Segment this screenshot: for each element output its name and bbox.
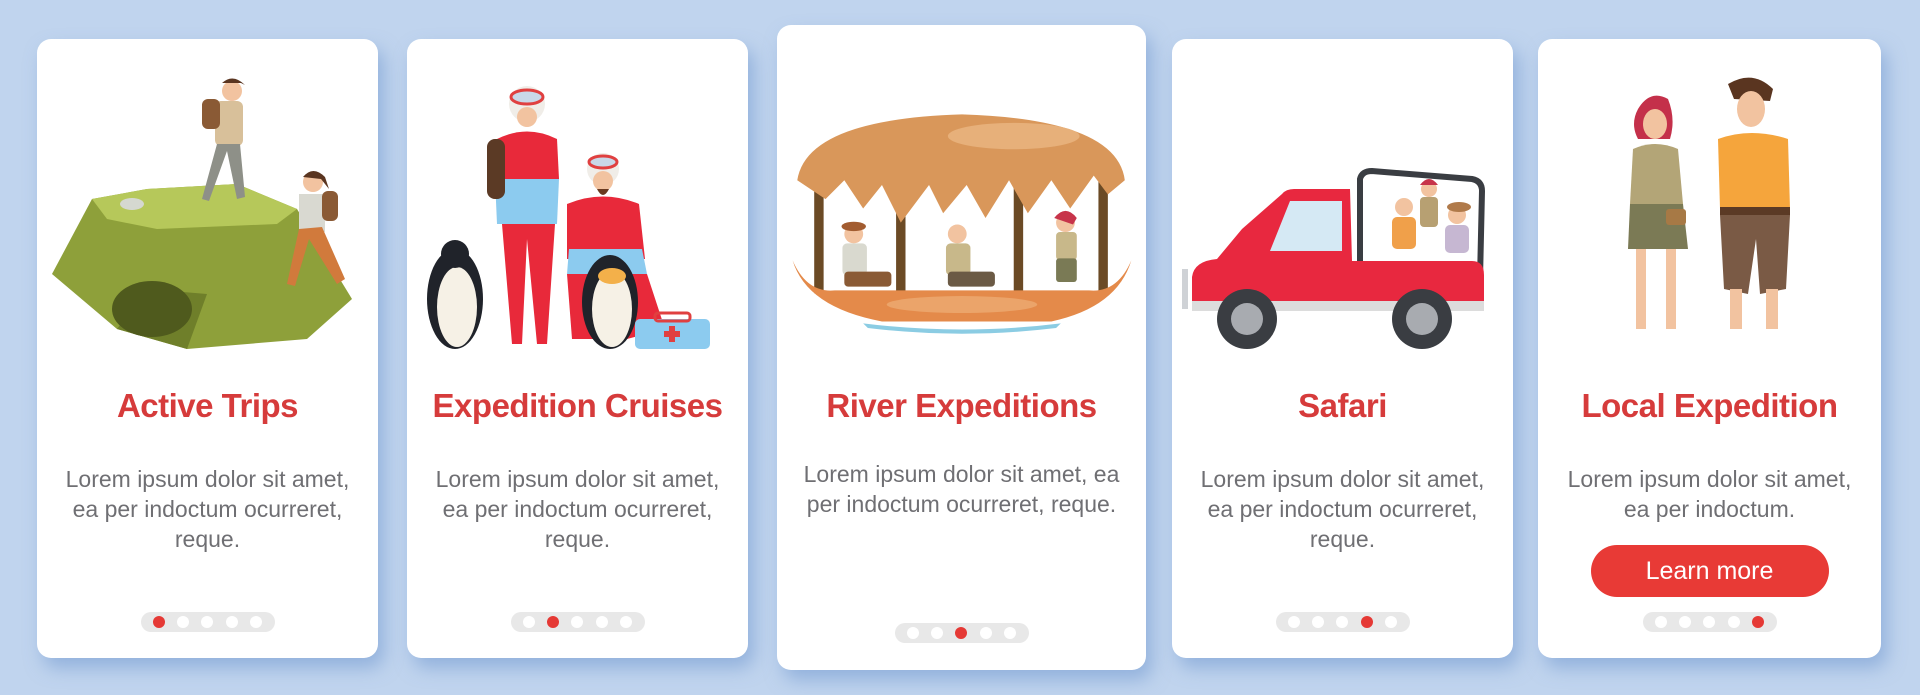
page-dot-3[interactable] [571,616,584,628]
safari-jeep-illustration [1172,39,1513,359]
card-title: Expedition Cruises [432,387,723,424]
hikers-on-cliff-illustration [37,39,378,359]
page-dot-2[interactable] [547,616,560,628]
onboarding-card-expedition-cruises: Expedition Cruises Lorem ipsum dolor sit… [407,39,748,658]
page-dot-1[interactable] [152,616,165,628]
thatched-boat-tourists-illustration [777,25,1146,345]
page-dot-5[interactable] [620,616,633,628]
pagination-dots [894,623,1029,643]
card-description: Lorem ipsum dolor sit amet, ea per indoc… [1200,466,1485,552]
page-dot-4[interactable] [1360,616,1373,628]
card-description: Lorem ipsum dolor sit amet, ea per indoc… [1567,466,1852,522]
page-dot-3[interactable] [201,616,214,628]
onboarding-card-river-expeditions: River Expeditions Lorem ipsum dolor sit … [777,25,1146,670]
page-dot-1[interactable] [906,627,919,639]
card-title: Local Expedition [1581,387,1838,424]
onboarding-card-local-expedition: Local Expedition Lorem ipsum dolor sit a… [1538,39,1881,658]
pagination-dots [1275,612,1410,632]
page-dot-1[interactable] [522,616,535,628]
card-description: Lorem ipsum dolor sit amet, ea per indoc… [65,466,350,552]
page-dot-2[interactable] [177,616,190,628]
card-title: Safari [1298,387,1387,424]
card-title: Active Trips [116,387,299,424]
page-dot-3[interactable] [1336,616,1349,628]
page-dot-3[interactable] [955,627,968,639]
card-title: River Expeditions [826,387,1097,424]
page-dot-5[interactable] [1752,616,1765,628]
couple-tourists-illustration [1538,39,1881,359]
page-dot-4[interactable] [595,616,608,628]
page-dot-2[interactable] [931,627,944,639]
onboarding-card-active-trips: Active Trips Lorem ipsum dolor sit amet,… [37,39,378,658]
page-dot-4[interactable] [1727,616,1740,628]
pagination-dots [140,612,275,632]
page-dot-1[interactable] [1287,616,1300,628]
page-dot-2[interactable] [1312,616,1325,628]
page-dot-2[interactable] [1679,616,1692,628]
page-dot-5[interactable] [1004,627,1017,639]
page-dot-4[interactable] [225,616,238,628]
card-description: Lorem ipsum dolor sit amet, ea per indoc… [435,466,720,552]
pagination-dots [510,612,645,632]
card-description: Lorem ipsum dolor sit amet, ea per indoc… [803,461,1120,517]
page-dot-4[interactable] [979,627,992,639]
page-dot-5[interactable] [1385,616,1398,628]
polar-explorers-penguins-illustration [407,39,748,359]
onboarding-card-safari: Safari Lorem ipsum dolor sit amet, ea pe… [1172,39,1513,658]
page-dot-1[interactable] [1654,616,1667,628]
page-dot-5[interactable] [250,616,263,628]
learn-more-button[interactable]: Learn more [1590,545,1829,597]
page-dot-3[interactable] [1703,616,1716,628]
pagination-dots [1642,612,1777,632]
